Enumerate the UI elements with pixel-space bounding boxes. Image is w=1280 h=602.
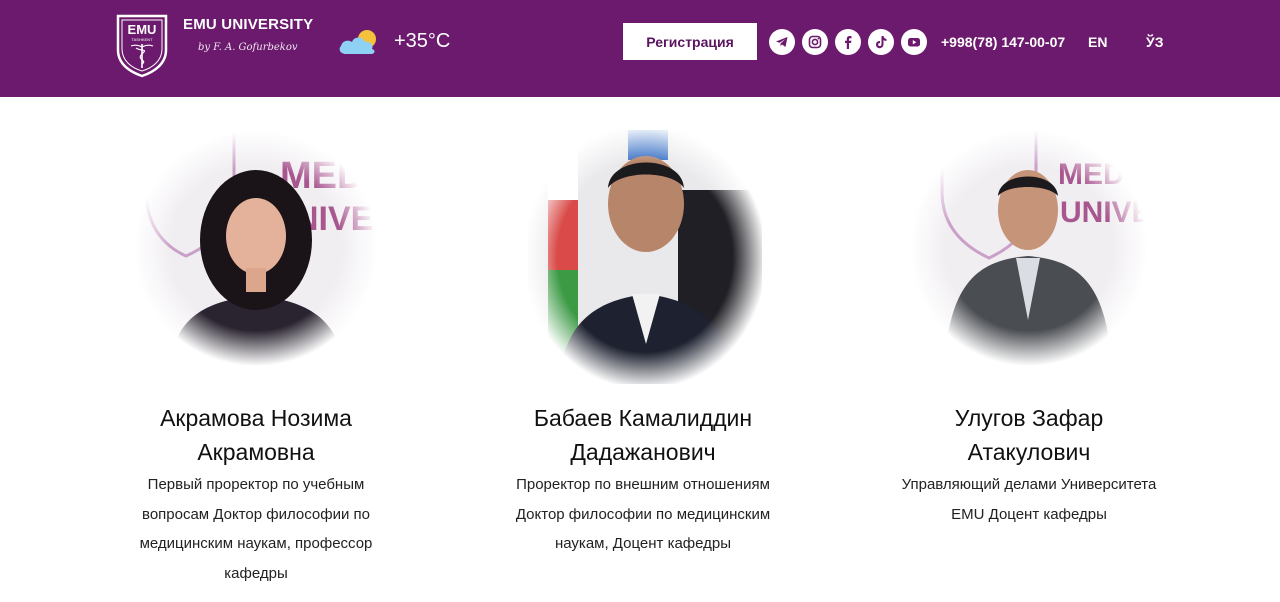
instagram-icon[interactable] (802, 29, 828, 55)
staff-name-line: Атакулович (967, 439, 1091, 465)
staff-card: MEDI NIVE Акрамова Нозима Акрамовна Перв… (116, 130, 396, 595)
temperature: +35°C (394, 30, 451, 52)
staff-card: MEDIC UNIVE Улугов Зафар Атакулович Упра… (884, 130, 1174, 595)
lang-en-link[interactable]: EN (1088, 34, 1107, 50)
staff-photo: MEDIC UNIVE (910, 130, 1148, 366)
staff-name-line: Улугов Зафар (954, 405, 1104, 431)
staff-role-line: Управляющий делами Университета (901, 476, 1157, 493)
lang-uz-link[interactable]: ЎЗ (1146, 34, 1163, 50)
staff-role-line: Проректор по внешним отношениям (516, 476, 770, 493)
staff-role-line: медицинским наукам, профессор (139, 535, 373, 552)
brand-signature: by F. A. Gofurbekov (198, 42, 298, 53)
staff-role-line: Доктор философии по медицинским (515, 506, 771, 523)
register-button[interactable]: Регистрация (623, 23, 757, 60)
staff-card: Бабаев Камалиддин Дадажанович Проректор … (498, 130, 788, 595)
staff-role-line: Первый проректор по учебным (147, 476, 365, 493)
staff-photo (528, 130, 762, 384)
facebook-icon[interactable] (835, 29, 861, 55)
staff-role-line: EMU Доцент кафедры (951, 506, 1107, 523)
staff-name-line: Акрамовна (197, 439, 315, 465)
svg-text:EMU: EMU (128, 22, 157, 37)
phone-number[interactable]: +998(78) 147-00-07 (941, 34, 1065, 50)
staff-role-line: кафедры (224, 565, 288, 582)
staff-role-line: вопросам Доктор философии по (142, 506, 370, 523)
staff-role-line: наукам, Доцент кафедры (554, 535, 732, 552)
svg-text:TASHKENT: TASHKENT (131, 37, 153, 42)
youtube-icon[interactable] (901, 29, 927, 55)
university-logo[interactable]: EMU TASHKENT (114, 12, 170, 78)
staff-photo: MEDI NIVE (134, 130, 378, 366)
brand-title[interactable]: EMU UNIVERSITY (183, 16, 313, 33)
telegram-icon[interactable] (769, 29, 795, 55)
staff-name-line: Акрамова Нозима (160, 405, 352, 431)
staff-name-line: Бабаев Камалиддин (533, 405, 753, 431)
tiktok-icon[interactable] (868, 29, 894, 55)
staff-name-line: Дадажанович (570, 439, 716, 465)
site-header: EMU TASHKENT EMU UNIVERSITY by F. A. Gof… (0, 0, 1280, 97)
cloud-sun-icon (336, 28, 384, 56)
